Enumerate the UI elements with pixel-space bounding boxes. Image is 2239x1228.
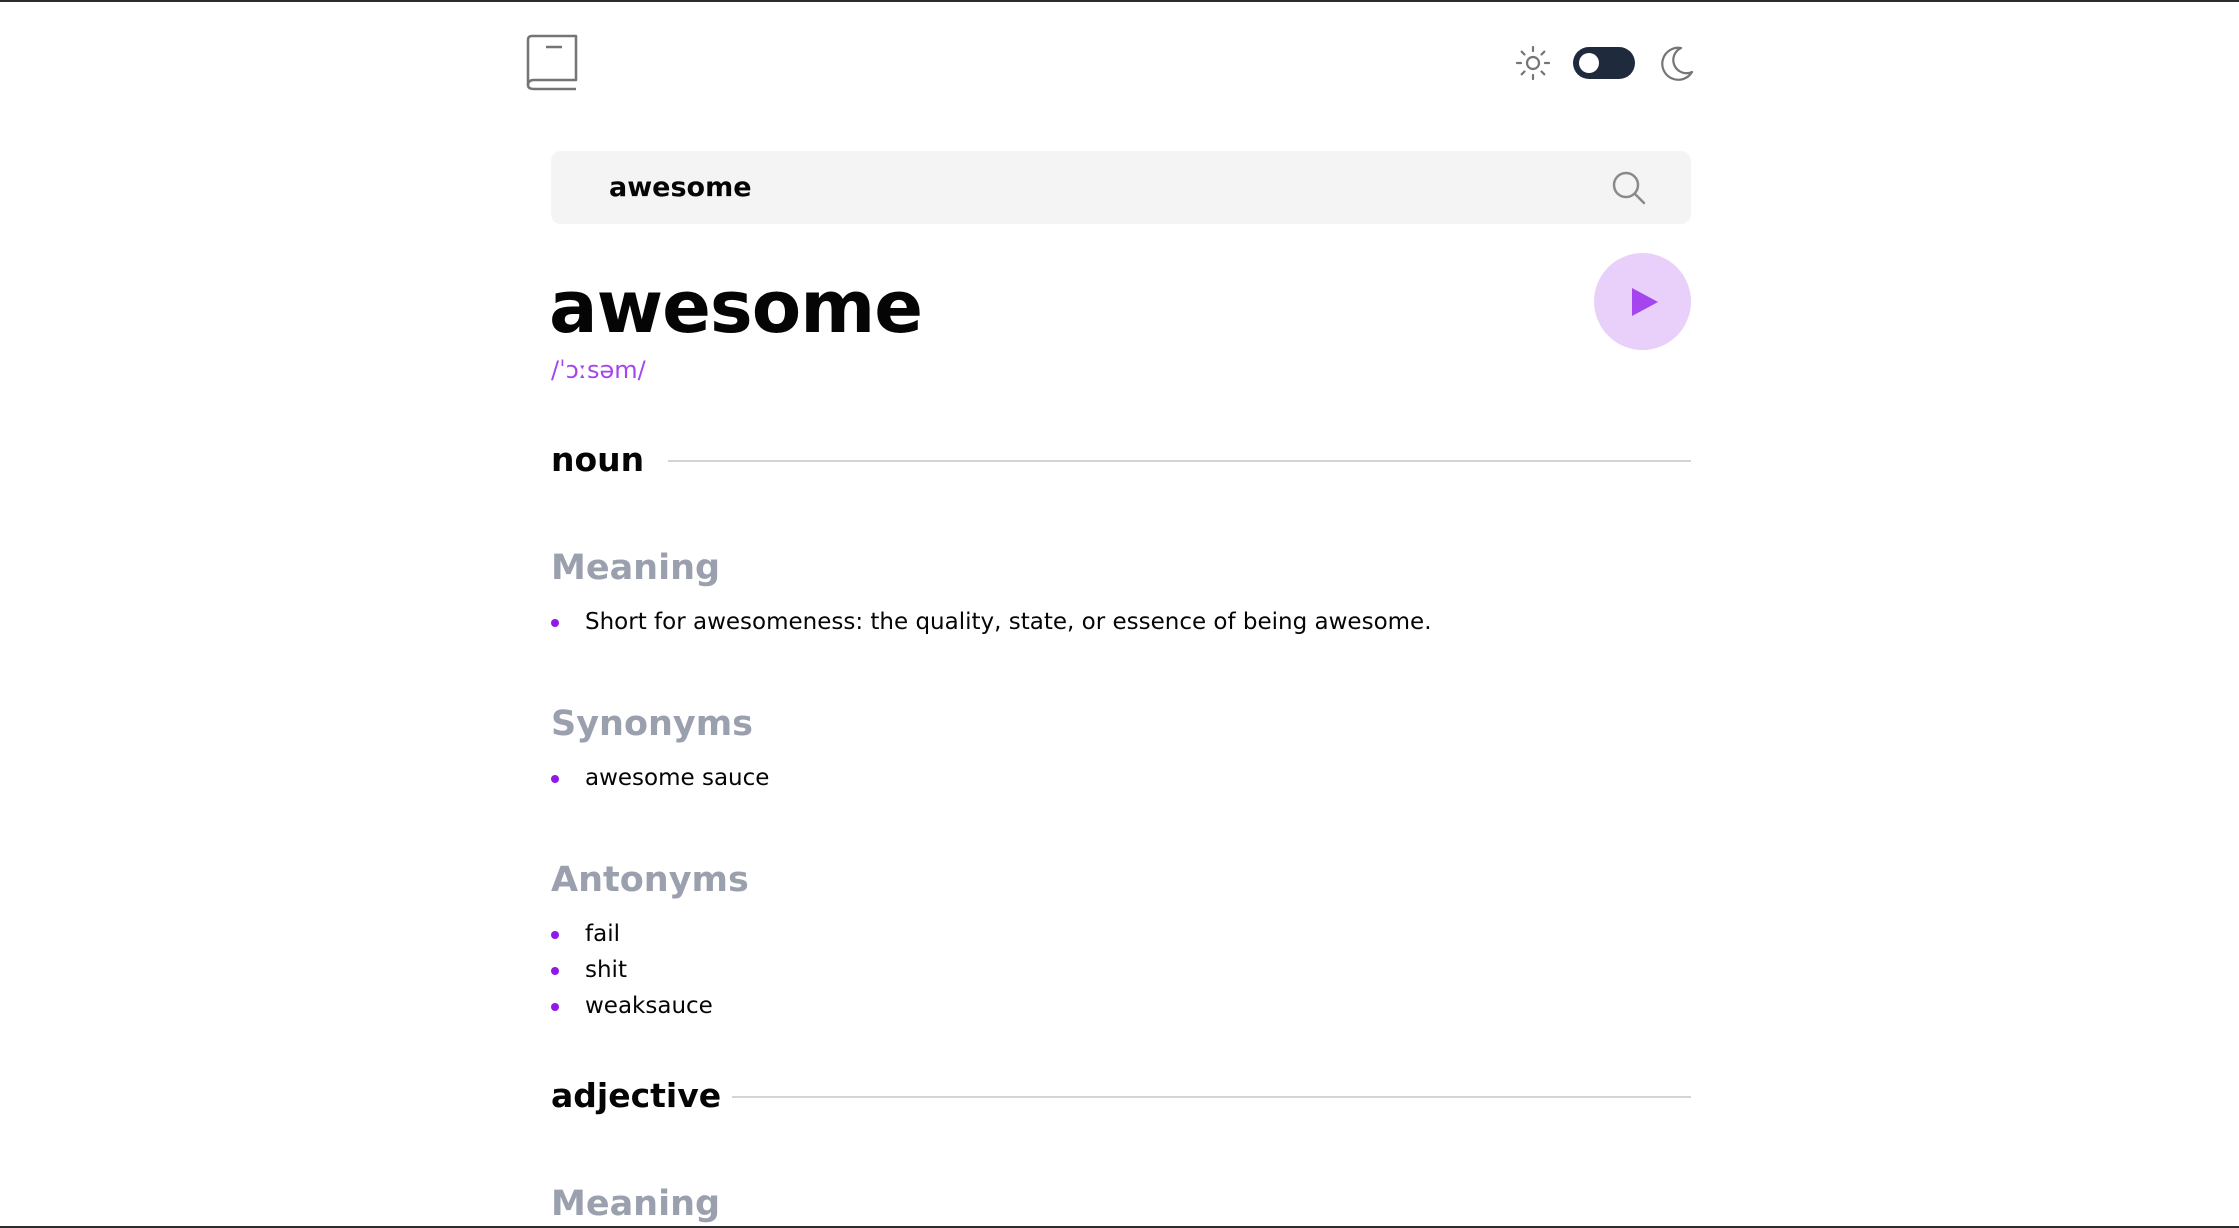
pos-noun: noun [551,440,1691,480]
bullet [551,619,559,627]
play-audio-button[interactable] [1594,253,1691,350]
pos-adjective: adjective [551,1076,1691,1116]
synonyms-heading: Synonyms [551,704,754,744]
antonym-text[interactable]: weaksauce [585,989,713,1023]
theme-switcher [1515,42,1695,84]
bullet [551,931,559,939]
list-item: shit [551,953,1651,987]
search-input[interactable] [609,151,1569,224]
antonym-text[interactable]: fail [585,917,620,951]
phonetic-text: /ˈɔːsəm/ [551,356,646,384]
list-item: weaksauce [551,989,1651,1023]
play-icon [1632,288,1658,316]
meaning-text: Short for awesomeness: the quality, stat… [585,609,1432,635]
list-item: Short for awesomeness: the quality, stat… [551,605,1651,639]
bullet [551,775,559,783]
pos-label: noun [551,440,645,479]
sun-icon [1515,45,1551,81]
pos-label: adjective [551,1076,722,1115]
search-icon[interactable] [1611,170,1647,206]
meaning-heading: Meaning [551,1184,721,1224]
search-bar [551,151,1691,224]
word-title: awesome [549,265,923,349]
book-icon[interactable] [524,32,580,92]
antonyms-heading: Antonyms [551,860,749,900]
moon-icon [1661,46,1694,81]
divider [732,1096,1691,1098]
list-item: fail [551,917,1651,951]
divider [668,460,1691,462]
meaning-heading: Meaning [551,548,721,588]
antonym-text[interactable]: shit [585,953,627,987]
theme-toggle[interactable] [1573,47,1635,79]
toggle-knob [1579,53,1599,73]
bullet [551,1003,559,1011]
list-item: awesome sauce [551,761,1651,795]
app-header [526,32,1694,94]
synonym-text[interactable]: awesome sauce [585,761,769,795]
bullet [551,967,559,975]
dictionary-app: awesome /ˈɔːsəm/ noun Meaning Short for … [526,0,1694,1228]
